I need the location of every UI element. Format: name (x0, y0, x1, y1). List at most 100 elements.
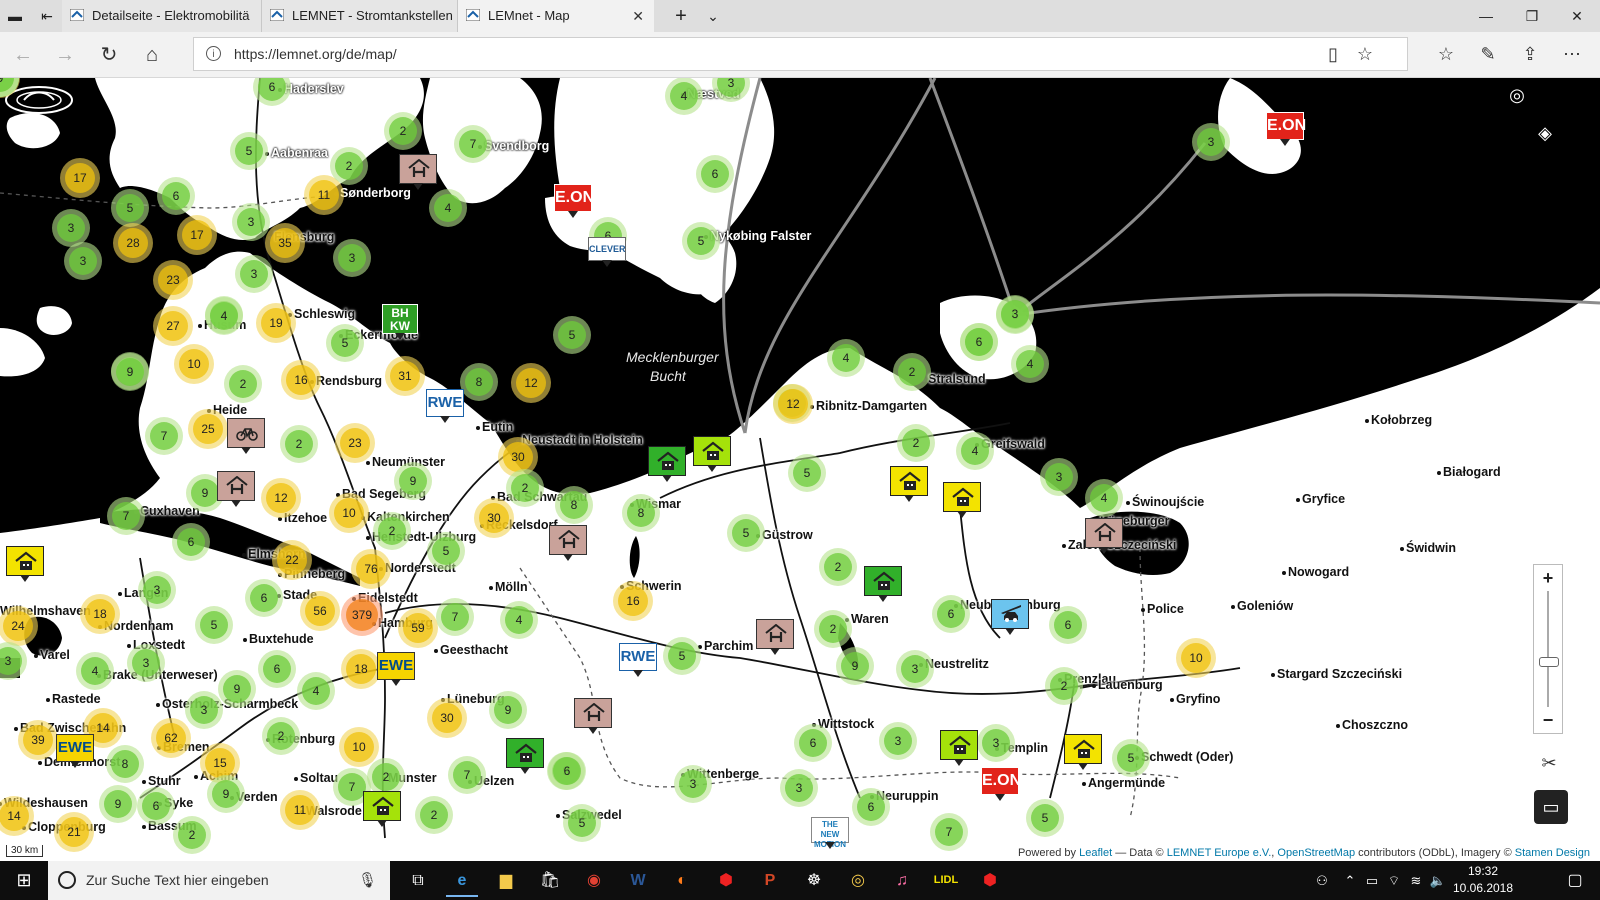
station-cluster[interactable]: 379 (341, 594, 383, 636)
close-tab-icon[interactable]: ✕ (632, 0, 644, 32)
station-cluster[interactable]: 7 (145, 417, 183, 455)
people-icon[interactable]: ⚇ (1310, 861, 1334, 900)
station-cluster[interactable]: 5 (111, 189, 149, 227)
tools-icon[interactable]: ✂ (1532, 746, 1566, 780)
station-cluster[interactable]: 2 (415, 796, 453, 834)
station-cluster[interactable]: 7 (436, 598, 474, 636)
station-cluster[interactable]: 17 (60, 158, 100, 198)
station-cluster[interactable]: 6 (137, 787, 175, 825)
chrome-icon[interactable]: ◉ (574, 864, 614, 897)
home-charging-marker[interactable] (363, 791, 401, 827)
battery-icon[interactable]: ▭ (1362, 861, 1382, 900)
lidl-icon[interactable]: LIDL (926, 864, 966, 897)
volume-icon[interactable]: 🔈 (1428, 861, 1448, 900)
home-charging-marker[interactable] (890, 466, 928, 502)
clock-date[interactable]: 10.06.2018 (1448, 881, 1518, 895)
station-cluster[interactable]: 12 (261, 478, 301, 518)
station-cluster[interactable]: 2 (506, 469, 544, 507)
station-cluster[interactable]: 4 (665, 78, 703, 115)
station-cluster[interactable]: 6 (157, 177, 195, 215)
station-cluster[interactable]: 11 (280, 790, 320, 830)
station-cluster[interactable]: 10 (1176, 638, 1216, 678)
hotel-station-marker[interactable] (756, 619, 794, 655)
station-cluster[interactable]: 3 (138, 571, 176, 609)
tab-manager-icon[interactable]: ▬ (6, 7, 24, 25)
home-icon[interactable]: ⌂ (137, 40, 167, 70)
ewe-station-marker[interactable]: EWE (56, 734, 94, 768)
station-cluster[interactable]: 6 (258, 650, 296, 688)
forward-arrow-icon[interactable]: → (50, 40, 80, 70)
favorites-hub-icon[interactable]: ☆ (1432, 40, 1460, 68)
wifi-icon[interactable]: ≋ (1406, 861, 1426, 900)
close-window-icon[interactable]: ✕ (1554, 0, 1600, 32)
station-cluster[interactable]: 9 (99, 785, 137, 823)
refresh-icon[interactable]: ↻ (94, 40, 124, 70)
home-charging-marker[interactable] (648, 446, 686, 482)
station-cluster[interactable]: 4 (827, 339, 865, 377)
station-cluster[interactable]: 7 (107, 497, 145, 535)
station-cluster[interactable]: 16 (613, 581, 653, 621)
station-cluster[interactable]: 2 (330, 147, 368, 185)
home-charging-marker[interactable] (1064, 734, 1102, 770)
station-cluster[interactable]: 5 (230, 132, 268, 170)
home-charging-marker[interactable] (6, 546, 44, 582)
station-cluster[interactable]: 2 (384, 112, 422, 150)
zoom-slider[interactable] (1547, 591, 1549, 707)
favorite-star-icon[interactable]: ☆ (1351, 40, 1379, 68)
station-cluster[interactable]: 5 (1026, 799, 1064, 837)
station-cluster[interactable]: 12 (773, 384, 813, 424)
station-cluster[interactable]: 5 (326, 324, 364, 362)
station-cluster[interactable]: 2 (893, 353, 931, 391)
home-charging-marker[interactable] (940, 730, 978, 766)
steering-app-icon[interactable]: ☸ (794, 864, 834, 897)
station-cluster[interactable]: 3 (64, 242, 102, 280)
station-cluster[interactable]: 18 (80, 594, 120, 634)
station-cluster[interactable]: 6 (794, 724, 832, 762)
station-cluster[interactable]: 6 (1049, 606, 1087, 644)
station-cluster[interactable]: 27 (153, 306, 193, 346)
station-cluster[interactable]: 8 (622, 494, 660, 532)
station-cluster[interactable]: 12 (511, 363, 551, 403)
map-viewport[interactable]: Mecklenburger Bucht Haderslev Aabenraa Søn… (0, 78, 1600, 861)
reading-view-icon[interactable]: ▯ (1319, 40, 1347, 68)
station-cluster[interactable]: 62 (151, 718, 191, 758)
station-cluster[interactable]: 3 (185, 691, 223, 729)
station-cluster[interactable]: 25 (188, 409, 228, 449)
station-cluster[interactable]: 9 (207, 775, 245, 813)
bike-station-marker[interactable] (227, 418, 265, 454)
eon-station-marker[interactable]: E.ON (554, 184, 594, 218)
url-field[interactable]: i https://lemnet.org/de/map/ ▯ ☆ (193, 37, 1408, 71)
station-cluster[interactable]: 2 (224, 365, 262, 403)
minimize-icon[interactable]: — (1463, 0, 1509, 32)
stamen-link[interactable]: Stamen Design (1515, 847, 1590, 859)
station-cluster[interactable]: 30 (474, 498, 514, 538)
home-charging-marker[interactable] (506, 738, 544, 774)
station-cluster[interactable]: 5 (563, 804, 601, 842)
station-cluster[interactable]: 2 (373, 512, 411, 550)
station-cluster[interactable]: 3 (896, 650, 934, 688)
station-cluster[interactable]: 2 (814, 610, 852, 648)
station-cluster[interactable]: 7 (454, 125, 492, 163)
station-cluster[interactable]: 4 (297, 672, 335, 710)
station-cluster[interactable]: 9 (836, 647, 874, 685)
acrobat-icon[interactable]: ⬢ (706, 864, 746, 897)
station-cluster[interactable]: 9 (394, 462, 432, 500)
rwe-station-marker[interactable]: RWE (619, 643, 657, 677)
station-cluster[interactable]: 21 (54, 812, 94, 852)
station-cluster[interactable]: 3 (674, 765, 712, 803)
station-cluster[interactable]: 5 (1112, 739, 1150, 777)
station-cluster[interactable]: 2 (897, 424, 935, 462)
station-cluster[interactable]: 4 (76, 652, 114, 690)
station-cluster[interactable]: 6 (548, 752, 586, 790)
station-cluster[interactable]: 2 (173, 816, 211, 854)
powerpoint-icon[interactable]: P (750, 864, 790, 897)
station-cluster[interactable]: 8 (106, 745, 144, 783)
site-info-icon[interactable]: i (206, 46, 221, 61)
station-cluster[interactable]: 9 (218, 670, 256, 708)
station-cluster[interactable]: 9 (111, 353, 149, 391)
station-cluster[interactable]: 22 (272, 540, 312, 580)
station-cluster[interactable]: 19 (256, 303, 296, 343)
station-cluster[interactable]: 10 (339, 727, 379, 767)
back-tabs-icon[interactable]: ⇤ (38, 7, 56, 25)
station-cluster[interactable]: 6 (696, 155, 734, 193)
